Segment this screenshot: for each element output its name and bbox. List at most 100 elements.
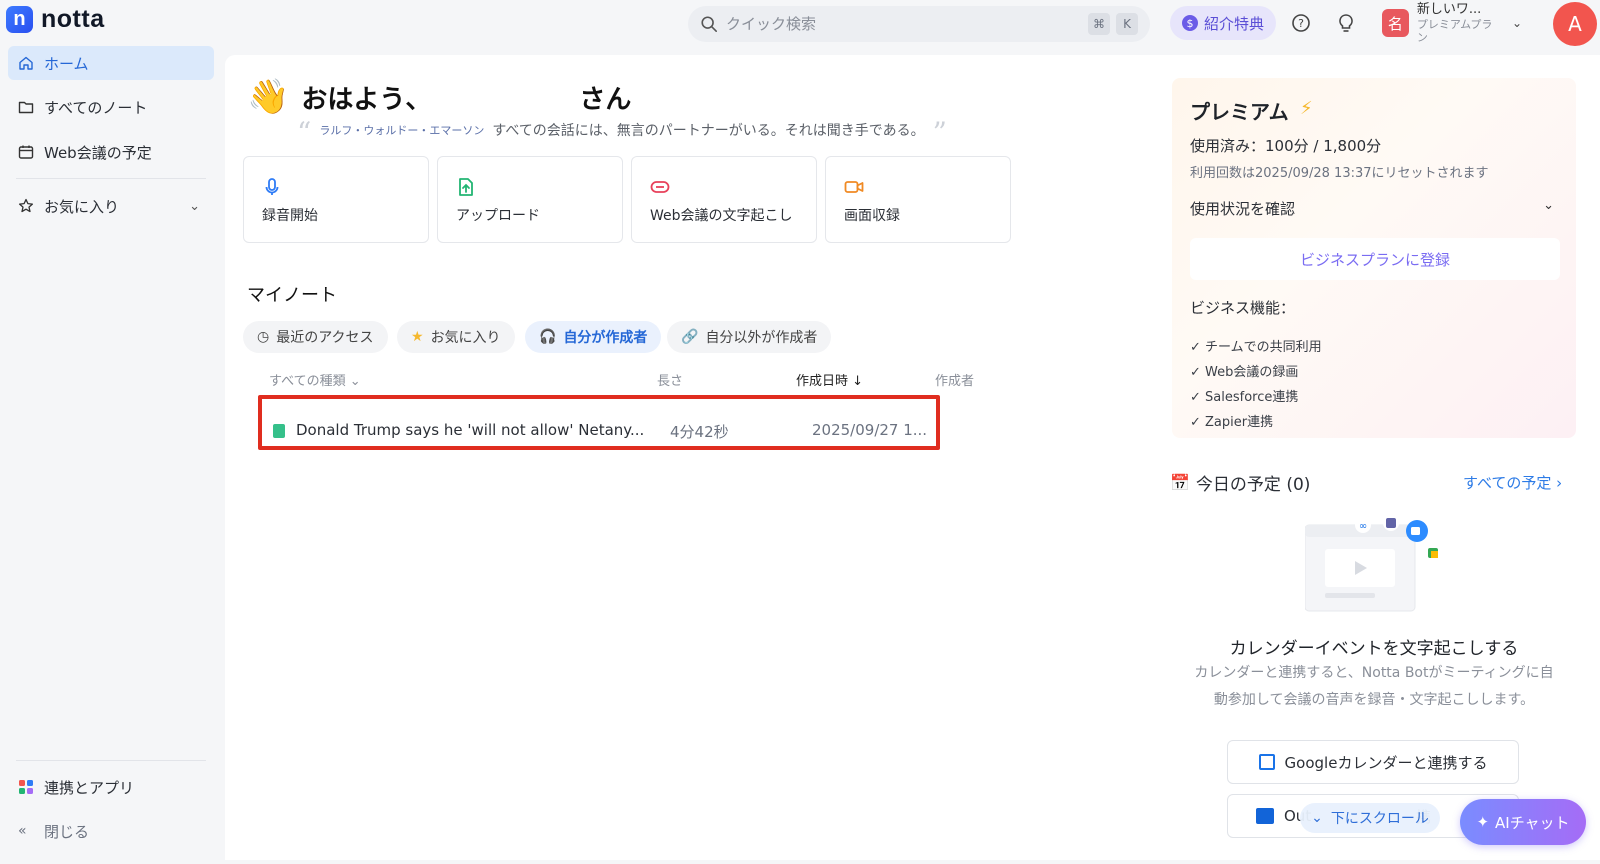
top-bar: n notta ⌘ K $ 紹介特典 ? 名 新しいワ... プレミアムプラン …: [0, 0, 1600, 46]
sidebar-item-home[interactable]: ホーム: [8, 46, 214, 80]
check-icon: ✓: [1190, 415, 1206, 430]
schedule-title-text: 今日の予定 (0): [1195, 475, 1311, 495]
google-button-label: Googleカレンダーと連携する: [1284, 753, 1488, 772]
headphones-icon: 🎧: [539, 329, 557, 345]
filter-recent[interactable]: ◷ 最近のアクセス: [243, 321, 388, 353]
workspace-switcher[interactable]: 名 新しいワ... プレミアムプラン ⌄: [1382, 2, 1522, 44]
open-quote-icon: “: [297, 116, 312, 149]
referral-label: 紹介特典: [1204, 14, 1265, 33]
feature-label: チームでの共同利用: [1205, 340, 1322, 355]
chevron-down-icon: ⌄: [1511, 16, 1522, 30]
google-calendar-connect-button[interactable]: Googleカレンダーと連携する: [1227, 740, 1519, 784]
description-line: 動参加して会議の音声を録音・文字起こしします。: [1213, 692, 1535, 708]
ai-chat-button[interactable]: ✦ AIチャット: [1460, 799, 1586, 845]
search-icon: [701, 16, 718, 33]
logo-mark: n: [6, 6, 33, 33]
column-type-dropdown[interactable]: すべての種類 ⌄: [269, 370, 361, 389]
notta-logo[interactable]: n notta: [6, 5, 105, 34]
feature-label: Salesforce連携: [1205, 390, 1299, 405]
business-features-title: ビジネス機能：: [1190, 299, 1296, 317]
star-icon: ★: [411, 329, 424, 345]
help-icon[interactable]: ?: [1290, 12, 1312, 34]
usage-text: 使用済み：100分 / 1,800分: [1190, 137, 1382, 155]
referral-button[interactable]: $ 紹介特典: [1170, 6, 1277, 40]
apps-grid-icon: [19, 780, 33, 794]
chevron-down-icon: ⌄: [189, 198, 200, 214]
workspace-plan: プレミアムプラン: [1416, 17, 1493, 44]
feature-label: Web会議の録画: [1205, 365, 1299, 380]
lightning-icon: ⚡: [1300, 98, 1313, 119]
column-creator: 作成者: [935, 374, 975, 389]
filter-created-by-others[interactable]: 🔗 自分以外が作成者: [667, 321, 832, 353]
action-label: Web会議の文字起こし: [650, 208, 793, 224]
sidebar-item-meetings[interactable]: Web会議の予定: [8, 135, 214, 169]
google-calendar-icon: [1258, 754, 1275, 770]
double-chevron-down-icon: ⌄: [1311, 810, 1323, 826]
double-chevron-left-icon: «: [18, 823, 27, 839]
column-created-sort[interactable]: 作成日時 ↓: [796, 370, 863, 389]
feature-label: Zapier連携: [1205, 415, 1274, 430]
sidebar-item-label: 連携とアプリ: [44, 778, 135, 797]
premium-title: プレミアム: [1190, 100, 1289, 124]
filter-label: 最近のアクセス: [276, 330, 374, 346]
star-icon: [18, 198, 34, 213]
scroll-down-button[interactable]: ⌄ 下にスクロール: [1300, 803, 1440, 833]
all-schedules-link[interactable]: すべての予定 ›: [1463, 472, 1562, 493]
greeting-title: おはよう、: [301, 84, 432, 115]
video-camera-icon: [844, 181, 864, 193]
column-length[interactable]: 長さ: [657, 370, 683, 389]
sidebar-item-label: お気に入り: [44, 197, 120, 216]
home-icon: [19, 56, 33, 70]
calendar-icon: [18, 145, 34, 159]
column-created-label: 作成日時: [796, 374, 849, 389]
user-avatar[interactable]: A: [1553, 2, 1597, 46]
sidebar-item-label: ホーム: [44, 54, 89, 73]
quote: “ ラルフ・ウォルドー・エマーソン すべての会話には、無言のパートナーがいる。そ…: [297, 116, 947, 149]
quote-text: すべての会話には、無言のパートナーがいる。それは聞き手である。: [492, 123, 925, 139]
sidebar-item-all-notes[interactable]: すべてのノート: [8, 90, 214, 124]
lightbulb-icon[interactable]: [1335, 12, 1357, 34]
quote-author: ラルフ・ウォルドー・エマーソン: [319, 124, 485, 137]
feature-item: ✓ Web会議の録画: [1190, 361, 1298, 380]
screen-record-button[interactable]: 画面収録: [825, 156, 1011, 243]
upload-button[interactable]: アップロード: [437, 156, 623, 243]
logo-text: notta: [41, 5, 105, 33]
check-icon: ✓: [1190, 340, 1206, 355]
sidebar-item-label: すべてのノート: [44, 98, 148, 117]
description-line: カレンダーと連携すると、Notta Botがミーティングに自: [1194, 665, 1554, 681]
all-schedules-label: すべての予定: [1463, 474, 1552, 492]
note-row-highlight-box[interactable]: [258, 395, 940, 450]
quick-search[interactable]: ⌘ K: [688, 6, 1150, 42]
folder-icon: [18, 101, 34, 114]
column-type-label: すべての種類: [269, 374, 346, 389]
svg-text:?: ?: [1298, 17, 1304, 30]
calendar-empty-description: カレンダーと連携すると、Notta Botがミーティングに自 動参加して会議の音…: [1160, 660, 1588, 714]
calendar-empty-title: カレンダーイベントを文字起こしする: [1229, 639, 1519, 659]
action-label: 録音開始: [262, 208, 318, 224]
link-icon: 🔗: [681, 329, 699, 345]
sidebar-item-integrations[interactable]: 連携とアプリ: [8, 770, 214, 804]
sidebar-item-label: Web会議の予定: [44, 143, 152, 162]
workspace-badge: 名: [1382, 9, 1409, 37]
feature-item: ✓ Zapier連携: [1190, 411, 1273, 430]
scroll-label: 下にスクロール: [1330, 811, 1429, 827]
action-label: アップロード: [456, 208, 540, 224]
my-notes-title: マイノート: [247, 285, 337, 306]
check-usage-toggle[interactable]: 使用状況を確認: [1190, 198, 1295, 219]
record-button[interactable]: 録音開始: [243, 156, 429, 243]
web-meeting-transcribe-button[interactable]: Web会議の文字起こし: [631, 156, 817, 243]
filter-favorites[interactable]: ★ お気に入り: [397, 321, 515, 353]
waving-hand-icon: 👋: [247, 77, 290, 117]
ai-chat-label: AIチャット: [1495, 813, 1570, 832]
business-plan-button[interactable]: ビジネスプランに登録: [1190, 238, 1560, 280]
filter-label: お気に入り: [430, 330, 501, 346]
greeting: 👋 おはよう、 さん: [247, 77, 631, 117]
search-input[interactable]: [726, 15, 1082, 33]
sidebar-collapse-button[interactable]: « 閉じる: [8, 814, 214, 848]
close-quote-icon: ”: [932, 116, 947, 149]
calendar-icon: 📅: [1170, 473, 1190, 492]
sidebar-item-favorites[interactable]: お気に入り ⌄: [8, 189, 214, 223]
filter-created-by-me[interactable]: 🎧 自分が作成者: [525, 321, 662, 353]
check-icon: ✓: [1190, 365, 1206, 380]
chevron-down-icon[interactable]: ⌄: [1543, 198, 1554, 213]
